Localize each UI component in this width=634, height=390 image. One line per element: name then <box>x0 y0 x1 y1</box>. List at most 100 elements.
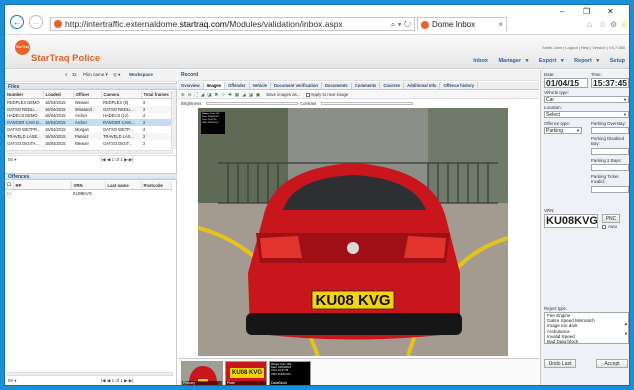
files-page-size[interactable]: 50 ▾ <box>8 156 17 164</box>
table-row[interactable]: RANGER CAM D... 16/04/2015 Archer RANGER CA… <box>5 119 171 127</box>
reject-type-list[interactable]: Fire Engine Gatso Speed Mismatch Image too… <box>544 312 629 344</box>
table-cell: 16/04/2015 <box>45 113 66 119</box>
left-panel: ⌕ 3x Plim name ▾ ◎ ▾ Workspace Files Num… <box>5 70 177 385</box>
tab-additional-info[interactable]: Additional info <box>404 82 441 89</box>
filter-dropdown[interactable]: ◎ ▾ <box>113 72 120 78</box>
time-field[interactable]: 15:37:45 <box>591 78 629 88</box>
menu-inbox[interactable]: Inbox <box>473 58 488 64</box>
thumb-datablock[interactable]: Ranger Cam: 001 Date: 16/04/2015 Time: 1… <box>269 361 311 385</box>
image-tool-icons[interactable]: ⊕ ⊖ ⛶ ◢ ◪ ✖ ⊹ ✚ ▦ ◢ ◪ ▣ <box>181 92 261 97</box>
browser-chrome: – ❐ ✕ ← → http://intertraffic.externaldo… <box>5 5 629 35</box>
plim-name-dropdown[interactable]: Plim name ▾ <box>83 72 108 78</box>
table-row[interactable]: ☐ KU08KVG <box>5 190 171 197</box>
maximize-button[interactable]: ❐ <box>583 7 590 16</box>
offences-horizontal-scrollbar[interactable] <box>7 372 173 376</box>
tab-document-verification[interactable]: Document verification <box>271 82 322 89</box>
menu-setup[interactable]: Setup <box>610 58 625 64</box>
search-dropdown-icon[interactable]: ⌕ ▾ ↻ <box>391 18 411 30</box>
menu-export[interactable]: Export ▾ <box>539 58 564 64</box>
listbox-scroll-icon[interactable]: ▲▼ <box>624 319 628 339</box>
search-icon[interactable]: ⌕ <box>65 72 68 77</box>
tab-images[interactable]: Images <box>203 82 226 89</box>
table-row[interactable]: GATSO DIGITA... 16/04/2015 Weaver GATSO DIG… <box>5 140 171 147</box>
accept-button[interactable]: Accept <box>596 359 628 368</box>
files-col-header[interactable]: Number <box>5 91 44 99</box>
overstay-input[interactable] <box>591 127 629 134</box>
table-row[interactable]: GATSO REDLI... 16/04/2015 Wiseland GATSO RE… <box>5 105 171 113</box>
thumb-plate[interactable]: KU08 KVG Plate <box>225 361 267 385</box>
offences-page-size[interactable]: 50 ▾ <box>8 377 17 385</box>
table-row[interactable]: TRAVELD LASE... 16/04/2015 Panasz TRAVELD L… <box>5 132 171 140</box>
home-icon[interactable]: ⌂ <box>587 20 592 29</box>
tab-documents[interactable]: Documents <box>322 82 352 89</box>
reject-option[interactable]: Bad Data block <box>547 339 628 343</box>
tab-overview[interactable]: Overview <box>178 82 204 89</box>
favorites-star-icon[interactable]: ☆ <box>599 20 606 29</box>
contrast-slider[interactable] <box>321 102 413 105</box>
app-header: StarTraq StarTraq Police Smith John | Lo… <box>5 36 629 69</box>
offences-col-header[interactable]: Postcode <box>141 181 172 190</box>
left-toolbar: ⌕ 3x Plim name ▾ ◎ ▾ Workspace <box>5 70 177 82</box>
offences-page-nav[interactable]: |◀ ◀ 1 of 1 ▶ ▶| <box>101 377 133 385</box>
main-menu: Inbox Manager ▾ Export ▾ Report ▾ Setup <box>467 58 625 64</box>
time-label: Time: <box>591 72 602 77</box>
address-bar[interactable]: http://intertraffic.externaldome.startra… <box>50 17 415 31</box>
files-horizontal-scrollbar[interactable] <box>7 150 173 154</box>
disabled-bay-input[interactable] <box>591 148 629 155</box>
files-vertical-scrollbar[interactable] <box>171 91 176 149</box>
table-cell: REDPLEX DEMO <box>7 99 40 105</box>
tab-offender[interactable]: Offender <box>225 82 250 89</box>
offence-type-select[interactable]: Parking ▼ <box>544 127 582 134</box>
files-col-header[interactable]: Loaded <box>43 91 74 99</box>
workspace-button[interactable]: Workspace <box>129 72 153 77</box>
apply-next-checkbox[interactable] <box>305 92 310 97</box>
table-row[interactable]: GATSO WETPR... 16/04/2015 Morgan GATSO WETP… <box>5 126 171 133</box>
zoom-select[interactable]: 3x <box>72 72 77 77</box>
vrn-label: VRN: <box>544 208 555 213</box>
tab-comments[interactable]: Comments <box>352 82 381 89</box>
table-cell: TRAVELD LAS... <box>101 132 141 140</box>
pnc-button[interactable]: PNC <box>602 214 620 223</box>
back-arrow-icon[interactable]: ← <box>10 15 24 29</box>
table-row[interactable]: HADECS DEMO 16/04/2015 Archer HADECS (12) 2 <box>5 113 171 120</box>
undo-last-button[interactable]: Undo Last <box>544 359 576 368</box>
offence-type-value: Parking <box>546 128 563 134</box>
date-field[interactable]: 01/04/15 <box>544 78 588 88</box>
location-select[interactable]: Select ▼ <box>544 111 629 118</box>
tab-close-icon[interactable]: × <box>498 18 503 31</box>
chevron-down-icon: ▼ <box>623 112 627 117</box>
two-bays-input[interactable] <box>591 164 629 171</box>
tab-offence-history[interactable]: Offence history <box>440 82 479 89</box>
tab-courses[interactable]: Courses <box>380 82 405 89</box>
brightness-slider[interactable] <box>206 102 298 105</box>
offences-col-header[interactable]: Last name <box>105 181 142 190</box>
auto-checkbox[interactable] <box>602 225 606 229</box>
menu-report[interactable]: Report ▾ <box>574 58 599 64</box>
tab-vehicle[interactable]: Vehicle <box>250 82 271 89</box>
user-line[interactable]: Smith John | Logout | Help | Version | V… <box>542 45 625 50</box>
settings-gear-icon[interactable]: ⚙ <box>610 20 617 29</box>
forward-arrow-icon[interactable]: → <box>29 15 43 29</box>
save-images-dropdown[interactable]: Save images as... <box>266 92 300 97</box>
vehicle-type-select[interactable]: Car ▼ <box>544 96 629 103</box>
minimize-button[interactable]: – <box>560 7 564 16</box>
offences-col-header[interactable]: ☐ <box>5 181 14 190</box>
smiley-feedback-icon[interactable]: ☺ <box>620 20 628 29</box>
offences-col-header[interactable]: RP <box>13 181 72 190</box>
files-col-header[interactable]: Camera <box>101 91 142 99</box>
offences-col-header[interactable]: VRN <box>71 181 106 190</box>
files-col-header[interactable]: Total frames <box>141 91 172 99</box>
ticket-invalid-input[interactable] <box>591 186 629 193</box>
vrn-input[interactable]: KU08KVG <box>544 214 598 228</box>
table-row[interactable]: REDPLEX DEMO 16/04/2015 Weasel REDPLEX (9) 2 <box>5 99 171 106</box>
files-page-nav[interactable]: |◀ ◀ 1 of 1 ▶ ▶| <box>101 156 133 164</box>
table-cell: HADECS (12) <box>103 113 129 119</box>
menu-manager[interactable]: Manager ▾ <box>498 58 528 64</box>
primary-image[interactable]: KU08 KVG Ranger Cam: 001 Date: 16/04/201… <box>198 108 508 356</box>
thumb-primary[interactable]: Primary <box>181 361 223 385</box>
browser-tab[interactable]: Dome Inbox × <box>417 17 507 31</box>
offences-table: ☐ RP VRN Last name Postcode ☐ KU08KVG <box>5 181 172 197</box>
files-col-header[interactable]: Officer <box>73 91 102 99</box>
close-button[interactable]: ✕ <box>607 7 614 16</box>
thumb-data-text: Ranger Cam: 001 Date: 16/04/2015 Time: 1… <box>271 363 292 376</box>
